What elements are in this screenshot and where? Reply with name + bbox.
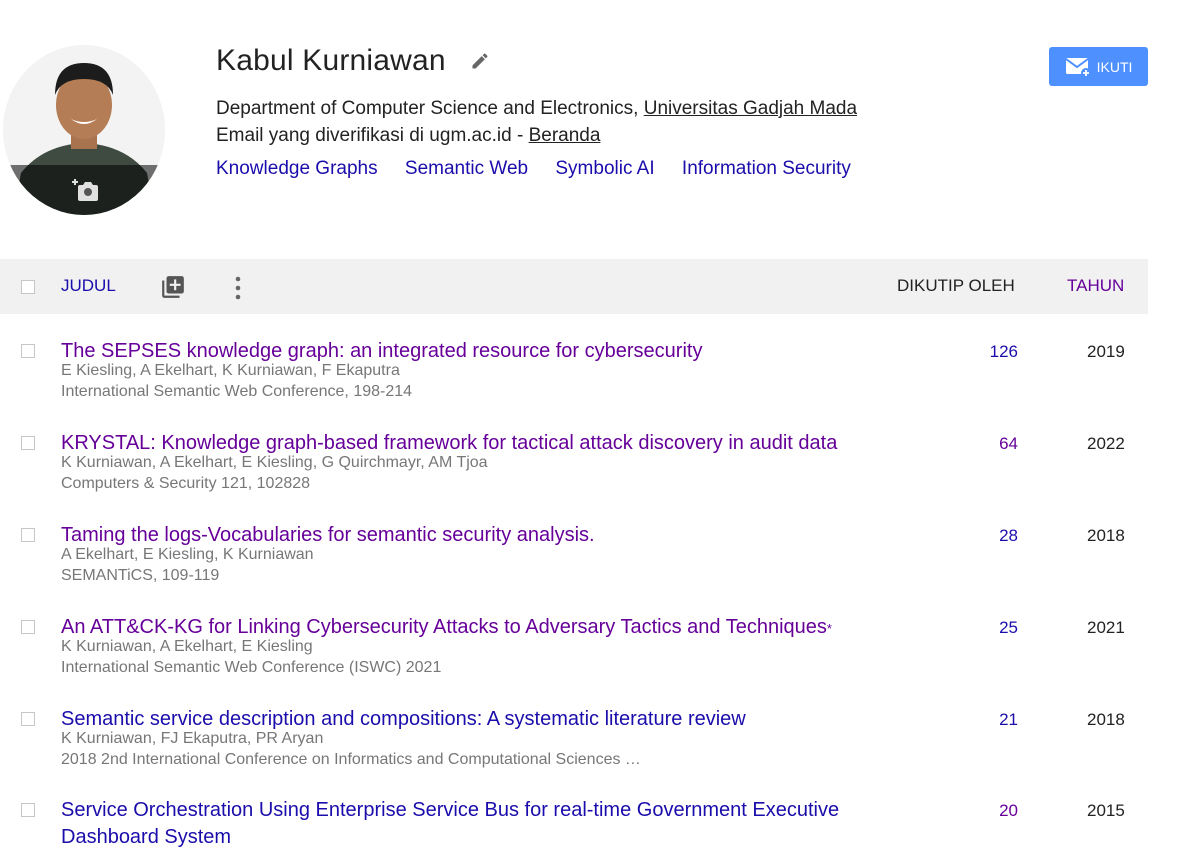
paper-title[interactable]: Service Orchestration Using Enterprise S…	[61, 797, 906, 851]
paper-venue: SEMANTiCS, 109-119	[61, 567, 220, 584]
cited-by-count[interactable]: 25	[999, 618, 1018, 638]
paper-authors: E Kiesling, A Ekelhart, K Kurniawan, F E…	[61, 362, 400, 379]
interest-link[interactable]: Information Security	[682, 158, 851, 179]
email-plus-icon	[1065, 57, 1091, 78]
affiliation: Department of Computer Science and Elect…	[216, 98, 857, 120]
interest-link[interactable]: Semantic Web	[405, 158, 528, 179]
more-vert-icon[interactable]	[232, 275, 244, 306]
interest-link[interactable]: Knowledge Graphs	[216, 158, 378, 179]
interest-link[interactable]: Symbolic AI	[555, 158, 654, 179]
paper-year: 2019	[1087, 342, 1125, 361]
paper-venue: 2018 2nd International Conference on Inf…	[61, 751, 641, 768]
affiliation-link[interactable]: Universitas Gadjah Mada	[644, 98, 857, 119]
paper-title[interactable]: KRYSTAL: Knowledge graph-based framework…	[61, 430, 906, 457]
profile-photo[interactable]	[3, 45, 165, 215]
pencil-icon[interactable]	[470, 51, 490, 71]
paper-authors: A Ekelhart, E Kiesling, K Kurniawan	[61, 546, 314, 563]
sort-by-year[interactable]: TAHUN	[1067, 276, 1124, 296]
profile-name: Kabul Kurniawan	[216, 44, 446, 77]
paper-title[interactable]: The SEPSES knowledge graph: an integrate…	[61, 338, 906, 365]
row-checkbox[interactable]	[21, 344, 35, 358]
cited-by-count[interactable]: 20	[999, 801, 1018, 821]
add-photo-icon[interactable]	[72, 177, 100, 203]
paper-title[interactable]: Taming the logs-Vocabularies for semanti…	[61, 522, 906, 549]
email-text: Email yang diverifikasi di ugm.ac.id -	[216, 125, 529, 146]
row-checkbox[interactable]	[21, 712, 35, 726]
paper-authors: K Kurniawan, FJ Ekaputra, PR Aryan	[61, 730, 324, 747]
interests: Knowledge Graphs Semantic Web Symbolic A…	[216, 158, 873, 180]
paper-year: 2021	[1087, 618, 1125, 637]
paper-authors: K Kurniawan, A Ekelhart, E Kiesling	[61, 638, 313, 655]
follow-label: IKUTI	[1096, 58, 1133, 75]
paper-year: 2015	[1087, 801, 1125, 820]
row-checkbox[interactable]	[21, 436, 35, 450]
follow-button[interactable]: IKUTI	[1049, 47, 1148, 86]
sort-by-title[interactable]: JUDUL	[61, 276, 116, 296]
paper-venue: International Semantic Web Conference, 1…	[61, 383, 413, 400]
paper-year: 2018	[1087, 710, 1125, 729]
row-checkbox[interactable]	[21, 803, 35, 817]
cited-by-count[interactable]: 126	[990, 342, 1018, 362]
paper-year: 2018	[1087, 526, 1125, 545]
merged-version-mark: *	[826, 621, 832, 636]
cited-by-count[interactable]: 28	[999, 526, 1018, 546]
email-line: Email yang diverifikasi di ugm.ac.id - B…	[216, 125, 600, 147]
table-header: JUDUL DIKUTIP OLEH TAHUN	[0, 259, 1148, 314]
paper-title-text: An ATT&CK-KG for Linking Cybersecurity A…	[61, 616, 827, 638]
cited-by-column: DIKUTIP OLEH	[897, 276, 1015, 295]
row-checkbox[interactable]	[21, 528, 35, 542]
paper-venue: International Semantic Web Conference (I…	[61, 659, 442, 676]
paper-year: 2022	[1087, 434, 1125, 453]
affiliation-text: Department of Computer Science and Elect…	[216, 98, 644, 119]
paper-venue: Computers & Security 121, 102828	[61, 475, 311, 492]
library-add-icon[interactable]	[160, 274, 186, 305]
cited-by-count[interactable]: 64	[999, 434, 1018, 454]
select-all-checkbox[interactable]	[21, 280, 35, 294]
cited-by-count[interactable]: 21	[999, 710, 1018, 730]
row-checkbox[interactable]	[21, 620, 35, 634]
paper-title[interactable]: Semantic service description and composi…	[61, 706, 906, 733]
paper-authors: K Kurniawan, A Ekelhart, E Kiesling, G Q…	[61, 454, 488, 471]
homepage-link[interactable]: Beranda	[529, 125, 601, 146]
